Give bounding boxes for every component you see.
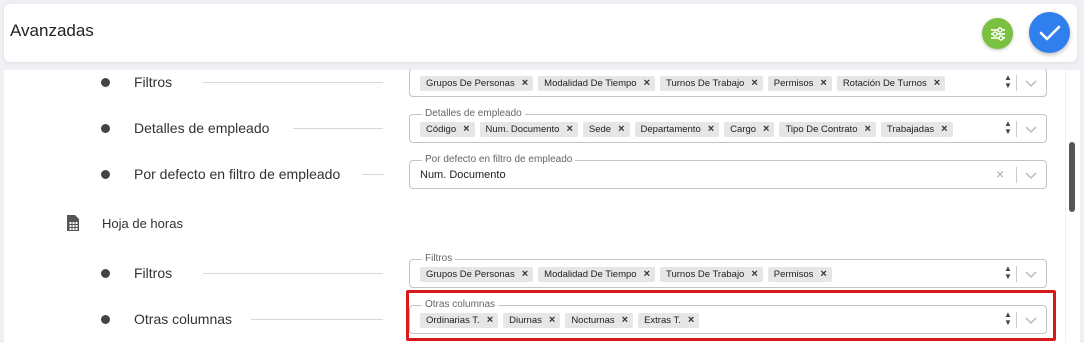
bullet	[101, 315, 110, 324]
chip: Tipo De Contrato ×	[779, 122, 876, 137]
page-title: Avanzadas	[10, 21, 94, 40]
close-icon[interactable]: ×	[941, 124, 947, 135]
row-label: Otras columnas	[134, 311, 233, 327]
connector-line	[293, 128, 383, 129]
clear-icon[interactable]: ×	[996, 167, 1004, 181]
close-icon[interactable]: ×	[463, 124, 469, 135]
close-icon[interactable]: ×	[522, 78, 528, 89]
chip-label: Cargo	[730, 124, 757, 135]
close-icon[interactable]: ×	[820, 269, 826, 280]
bullet	[101, 170, 110, 179]
close-icon[interactable]: ×	[763, 124, 769, 135]
highlight-box	[406, 290, 1056, 341]
chip-label: Turnos De Trabajo	[666, 269, 745, 280]
close-icon[interactable]: ×	[820, 78, 826, 89]
filtros-hoja-select[interactable]: Filtros Grupos De Personas × Modalidad De…	[409, 253, 1047, 288]
chip-label: Num. Documento	[485, 124, 560, 135]
chip: Modalidad De Tiempo ×	[538, 76, 656, 91]
close-icon[interactable]: ×	[864, 124, 870, 135]
close-icon[interactable]: ×	[566, 124, 572, 135]
chip-label: Permisos	[773, 269, 814, 280]
close-icon[interactable]: ×	[934, 78, 940, 89]
sliders-icon	[990, 26, 1005, 41]
connector-line	[362, 174, 384, 175]
chip-label: Turnos De Trabajo	[666, 78, 745, 89]
filtros-select[interactable]: Grupos De Personas × Modalidad De Tiempo ×…	[409, 70, 1047, 97]
divider	[1016, 121, 1017, 137]
chip: Turnos De Trabajo ×	[660, 267, 763, 282]
up-down-icon[interactable]: ▲ ▼	[1003, 74, 1013, 90]
chip-label: Modalidad De Tiempo	[544, 269, 637, 280]
chip-label: Departamento	[640, 124, 701, 135]
up-down-icon[interactable]: ▲ ▼	[1003, 265, 1013, 281]
close-icon[interactable]: ×	[618, 124, 624, 135]
filtro-defecto-select[interactable]: Por defecto en filtro de empleado Num. D…	[409, 154, 1047, 189]
chip: Permisos ×	[767, 267, 832, 282]
divider	[1016, 266, 1017, 282]
chip: Departamento ×	[634, 122, 720, 137]
confirm-button[interactable]	[1029, 12, 1070, 53]
chip: Código ×	[420, 122, 475, 137]
row-label: Por defecto en filtro de empleado	[134, 166, 341, 182]
chip: Permisos ×	[767, 76, 832, 91]
chip: Turnos De Trabajo ×	[660, 76, 763, 91]
bullet	[101, 269, 110, 278]
connector-line	[203, 273, 383, 274]
chip-label: Trabajadas	[886, 124, 935, 135]
spreadsheet-icon	[67, 215, 79, 231]
chip: Sede ×	[582, 122, 630, 137]
close-icon[interactable]: ×	[751, 78, 757, 89]
chip-label: Permisos	[773, 78, 814, 89]
row-label: Filtros	[134, 265, 173, 281]
chip-label: Código	[426, 124, 457, 135]
chip: Num. Documento ×	[479, 122, 578, 137]
close-icon[interactable]: ×	[644, 78, 650, 89]
chevron-down-icon[interactable]	[1023, 122, 1039, 136]
connector-line	[203, 82, 383, 83]
chip-label: Grupos De Personas	[426, 269, 515, 280]
chip: Cargo ×	[724, 122, 775, 137]
chip: Modalidad De Tiempo ×	[538, 267, 656, 282]
chevron-down-icon[interactable]	[1023, 267, 1039, 281]
chip-label: Rotación De Turnos	[842, 78, 927, 89]
chip: Rotación De Turnos ×	[836, 76, 946, 91]
close-icon[interactable]: ×	[522, 269, 528, 280]
chip: Grupos De Personas ×	[420, 267, 534, 282]
field-legend: Filtros	[422, 253, 456, 265]
detalles-empleado-select[interactable]: Detalles de empleado Código × Num. Docume…	[409, 108, 1047, 143]
divider	[1016, 75, 1017, 91]
close-icon[interactable]: ×	[644, 269, 650, 280]
connector-line	[251, 319, 383, 320]
chip-label: Modalidad De Tiempo	[544, 78, 637, 89]
row-label: Filtros	[134, 74, 173, 90]
chip-label: Tipo De Contrato	[785, 124, 858, 135]
up-down-icon[interactable]: ▲ ▼	[1003, 120, 1013, 136]
check-icon	[1039, 25, 1060, 40]
chip: Grupos De Personas ×	[420, 76, 534, 91]
chevron-down-icon[interactable]	[1023, 76, 1039, 90]
chip-label: Sede	[588, 124, 612, 135]
bullet	[101, 124, 110, 133]
close-icon[interactable]: ×	[708, 124, 714, 135]
chip-list: Código × Num. Documento × Sede × Departamen…	[420, 122, 953, 137]
chip-list: Grupos De Personas × Modalidad De Tiempo ×…	[420, 76, 946, 91]
close-icon[interactable]: ×	[751, 269, 757, 280]
settings-button[interactable]	[982, 18, 1013, 49]
scrollbar-thumb[interactable]	[1069, 142, 1075, 212]
header-bar: Avanzadas	[4, 4, 1077, 62]
field-legend: Detalles de empleado	[422, 108, 525, 120]
chip-label: Grupos De Personas	[426, 78, 515, 89]
chip: Trabajadas ×	[880, 122, 953, 137]
selected-value: Num. Documento	[420, 169, 506, 181]
divider	[1016, 167, 1017, 183]
chevron-down-icon[interactable]	[1023, 168, 1039, 182]
field-legend: Por defecto en filtro de empleado	[422, 154, 576, 166]
bullet	[101, 78, 110, 87]
row-label: Detalles de empleado	[134, 120, 270, 136]
section-label: Hoja de horas	[102, 216, 183, 231]
chip-list: Grupos De Personas × Modalidad De Tiempo ×…	[420, 267, 832, 282]
